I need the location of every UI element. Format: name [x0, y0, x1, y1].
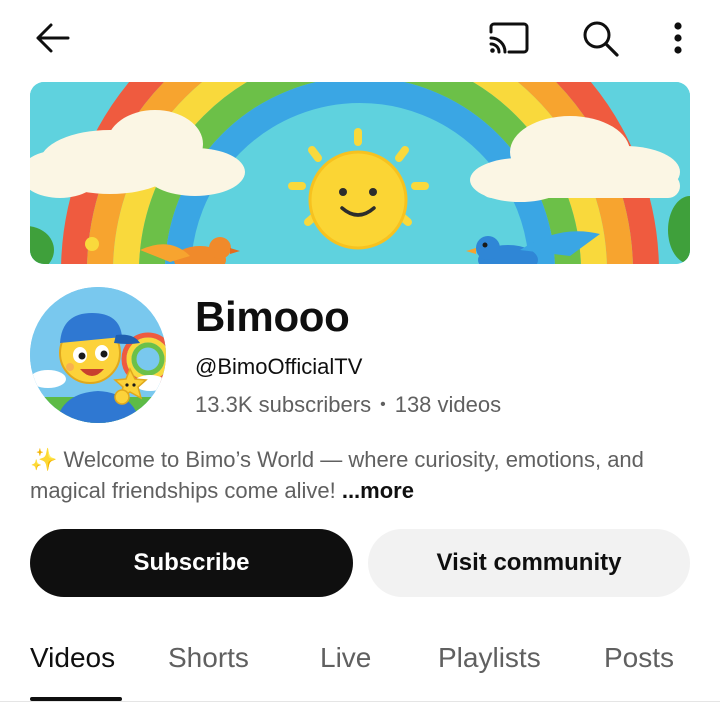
more-vert-icon[interactable]: [662, 16, 694, 60]
visit-community-button[interactable]: Visit community: [368, 529, 690, 597]
stats-separator: •: [380, 396, 386, 413]
tab-live[interactable]: Live: [320, 640, 371, 676]
more-link[interactable]: ...more: [342, 478, 414, 503]
tab-posts[interactable]: Posts: [604, 640, 674, 676]
search-icon[interactable]: [578, 16, 622, 60]
cast-icon[interactable]: [484, 18, 532, 58]
channel-avatar[interactable]: [30, 287, 166, 423]
channel-stats: 13.3K subscribers • 138 videos: [195, 390, 501, 420]
channel-name: Bimooo: [195, 293, 350, 340]
subscribe-button[interactable]: Subscribe: [30, 529, 353, 597]
channel-description[interactable]: ✨ Welcome to Bimo’s World — where curios…: [30, 444, 690, 506]
tab-shorts[interactable]: Shorts: [168, 640, 249, 676]
channel-banner: [30, 82, 690, 264]
description-text: Welcome to Bimo’s World — where curiosit…: [30, 447, 644, 503]
video-count: 138 videos: [394, 392, 502, 417]
channel-handle: @BimoOfficialTV: [195, 354, 363, 379]
banner-illustration: [30, 82, 690, 264]
avatar-illustration: [30, 287, 166, 423]
tab-playlists[interactable]: Playlists: [438, 640, 541, 676]
back-arrow-icon[interactable]: [30, 18, 74, 58]
tabs-divider: [0, 701, 720, 702]
tab-videos[interactable]: Videos: [30, 640, 115, 676]
subscriber-count: 13.3K subscribers: [195, 392, 372, 417]
sparkles-icon: ✨: [30, 447, 58, 472]
